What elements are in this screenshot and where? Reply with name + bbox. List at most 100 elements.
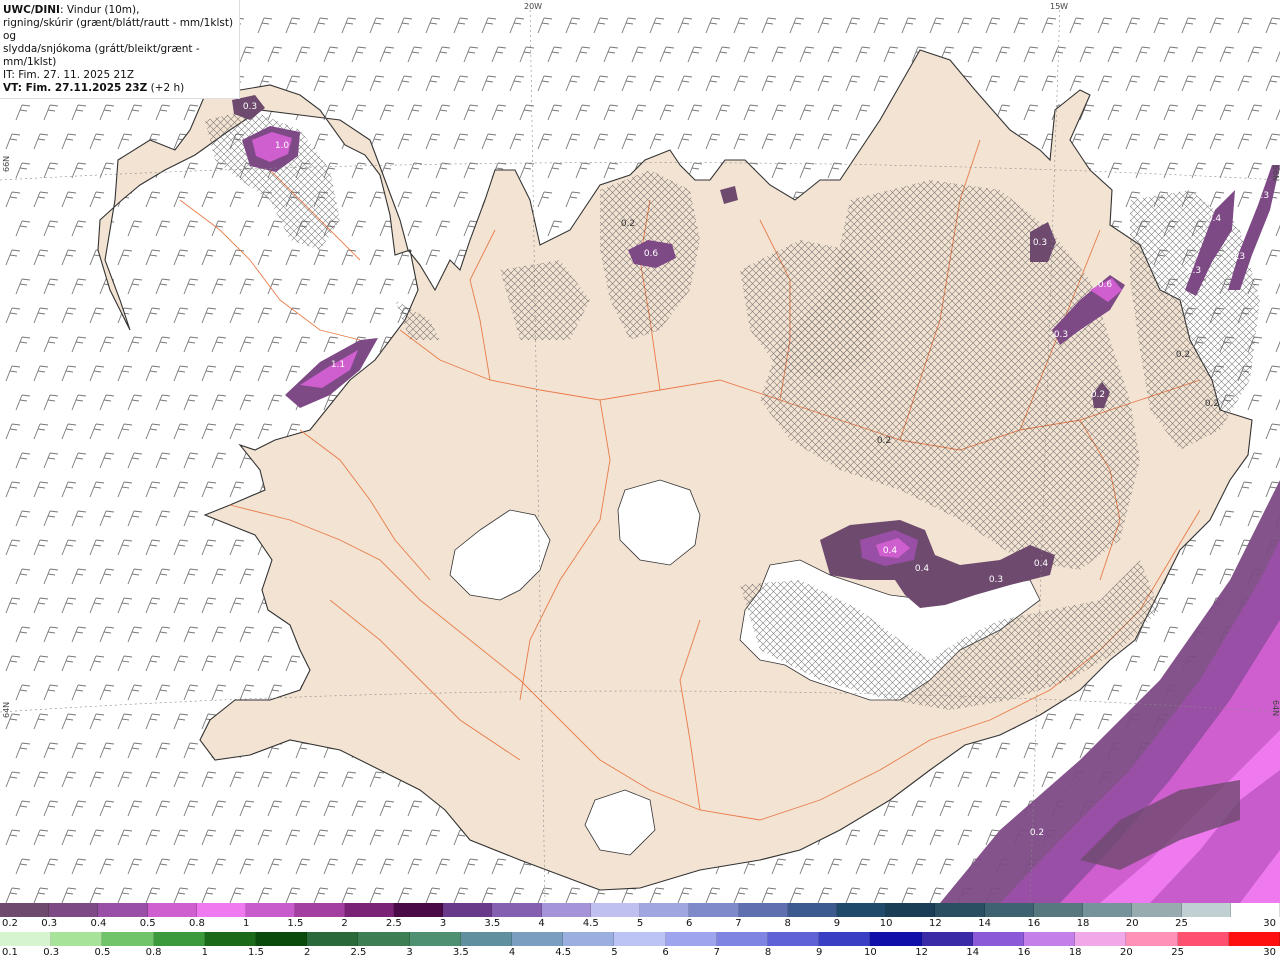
colorbar-swatch	[256, 932, 308, 946]
colorbar-swatch	[614, 932, 666, 946]
colorbar-label: 0.5	[139, 918, 156, 929]
value-label: 0.2	[1030, 828, 1044, 838]
colorbar-swatch	[1177, 932, 1229, 946]
colorbar-swatch	[443, 903, 493, 917]
colorbar-swatch	[541, 903, 591, 917]
colorbar-label: 3	[406, 947, 413, 958]
colorbar-swatch	[0, 903, 50, 917]
colorbar-swatch	[1126, 932, 1178, 946]
colorbar-label: 4.5	[582, 918, 599, 929]
colorbar-swatch	[1132, 903, 1182, 917]
colorbar-swatch	[344, 903, 394, 917]
value-label: 0.3	[1187, 266, 1201, 276]
colorbar-label: 0.3	[41, 918, 58, 929]
colorbar-swatch	[147, 903, 197, 917]
colorbar-label: 9	[833, 918, 841, 929]
colorbar-swatch	[1181, 903, 1231, 917]
colorbar-swatch	[492, 903, 542, 917]
colorbar-swatch	[153, 932, 205, 946]
colorbar-swatch	[51, 932, 103, 946]
colorbar-swatch	[98, 903, 148, 917]
header-desc-3: slydda/snjókoma (grátt/bleikt/grænt - mm…	[3, 43, 200, 68]
colorbar-label: 8	[764, 947, 772, 958]
colorbar-swatch	[512, 932, 564, 946]
value-label: 0.3	[1033, 238, 1047, 248]
colorbar-label: 4	[538, 918, 545, 929]
colorbar-label: 7	[735, 918, 742, 929]
value-label: 0.4	[915, 564, 930, 574]
rain-colorbar-labels: 0.1 0.3 0.5 0.8 1 1.5 2 2.5 3 3.5 4 4.5 5 6 7 8 9 10 12 14 1…	[0, 947, 1280, 959]
colorbar-label: 2.5	[350, 947, 367, 958]
value-label: 0.3	[1255, 191, 1269, 201]
rain-colorbar	[0, 932, 1280, 946]
value-label: 0.4	[1034, 559, 1049, 569]
weather-map[interactable]: 20W 15W 66N 64N 66N 64N 0.3 1.0 1.1 0.2 …	[0, 0, 1280, 903]
colorbar-label: 0.5	[94, 947, 111, 958]
value-label: 0.2	[1205, 399, 1219, 409]
colorbar-label: 30	[1263, 947, 1276, 958]
colorbar-label: 10	[864, 947, 877, 958]
value-label: 0.2	[877, 436, 891, 446]
lon-label-15w: 15W	[1050, 2, 1068, 11]
colorbar-label: 2	[341, 918, 348, 929]
colorbar-swatch	[0, 932, 52, 946]
value-label: 0.4	[1207, 214, 1222, 224]
value-label: 0.2	[1176, 350, 1190, 360]
colorbar-label: 14	[966, 947, 980, 958]
colorbar-label: 3.5	[484, 918, 501, 929]
header-desc-1: : Vindur (10m),	[59, 4, 140, 16]
colorbar-swatch	[819, 932, 871, 946]
colorbar-label: 2.5	[385, 918, 402, 929]
colorbar-label: 0.4	[90, 918, 107, 929]
colorbar-swatch	[640, 903, 690, 917]
colorbar-label: 12	[929, 918, 942, 929]
colorbar-swatch	[768, 932, 820, 946]
colorbar-label: 6	[662, 947, 669, 958]
colorbar-swatch	[921, 932, 973, 946]
colorbar-label: 4	[508, 947, 516, 958]
value-label: 0.6	[644, 249, 659, 259]
colorbar-label: 18	[1076, 918, 1090, 929]
colorbar-swatch	[102, 932, 154, 946]
value-label: 1.1	[331, 360, 345, 370]
init-time: IT: Fim. 27. 11. 2025 21Z	[3, 69, 135, 81]
colorbar-label: 0.8	[188, 918, 205, 929]
value-label: 0.2	[621, 219, 635, 229]
product-name: UWC/DINI	[3, 4, 60, 16]
colorbar-label: 25	[1175, 918, 1188, 929]
value-label: 1.0	[275, 141, 290, 151]
colorbar-label: 5	[636, 918, 644, 929]
colorbar-label: 5	[611, 947, 618, 958]
colorbar-swatch	[836, 903, 887, 917]
colorbar-swatch	[738, 903, 788, 917]
colorbar-swatch	[972, 932, 1025, 946]
colorbar-swatch	[984, 903, 1034, 917]
lat-label-66n-right: 66N	[1271, 165, 1280, 181]
colorbar-swatch	[1083, 903, 1133, 917]
colorbar-label: 16	[1017, 947, 1031, 958]
colorbar-swatch	[590, 903, 641, 917]
colorbar-swatch	[935, 903, 985, 917]
lat-label-66n-left: 66N	[2, 156, 11, 172]
map-header: UWC/DINI: Vindur (10m), rigning/skúrir (…	[0, 0, 240, 99]
colorbar-label: 14	[978, 918, 991, 929]
colorbar-label: 0.8	[145, 947, 162, 958]
colorbar-swatch	[196, 903, 247, 917]
colorbar-label: 25	[1171, 947, 1184, 958]
lon-label-20w: 20W	[524, 2, 542, 11]
colorbar-label: 16	[1027, 918, 1041, 929]
colorbar-swatch	[870, 932, 922, 946]
colorbar-swatch	[1230, 903, 1280, 917]
colorbar-label: 20	[1120, 947, 1133, 958]
colorbar-label: 18	[1068, 947, 1082, 958]
colorbar-swatch	[716, 932, 769, 946]
value-label: 0.6	[1098, 280, 1113, 290]
header-desc-2: rigning/skúrir (grænt/blátt/rautt - mm/1…	[3, 17, 234, 42]
colorbar-swatch	[246, 903, 296, 917]
colorbar-label: 1	[242, 918, 250, 929]
colorbar-swatch	[307, 932, 359, 946]
colorbar-label: 0.3	[43, 947, 60, 958]
value-label: 0.3	[1054, 330, 1068, 340]
colorbar-label: 9	[816, 947, 823, 958]
colorbar-label: 20	[1125, 918, 1139, 929]
